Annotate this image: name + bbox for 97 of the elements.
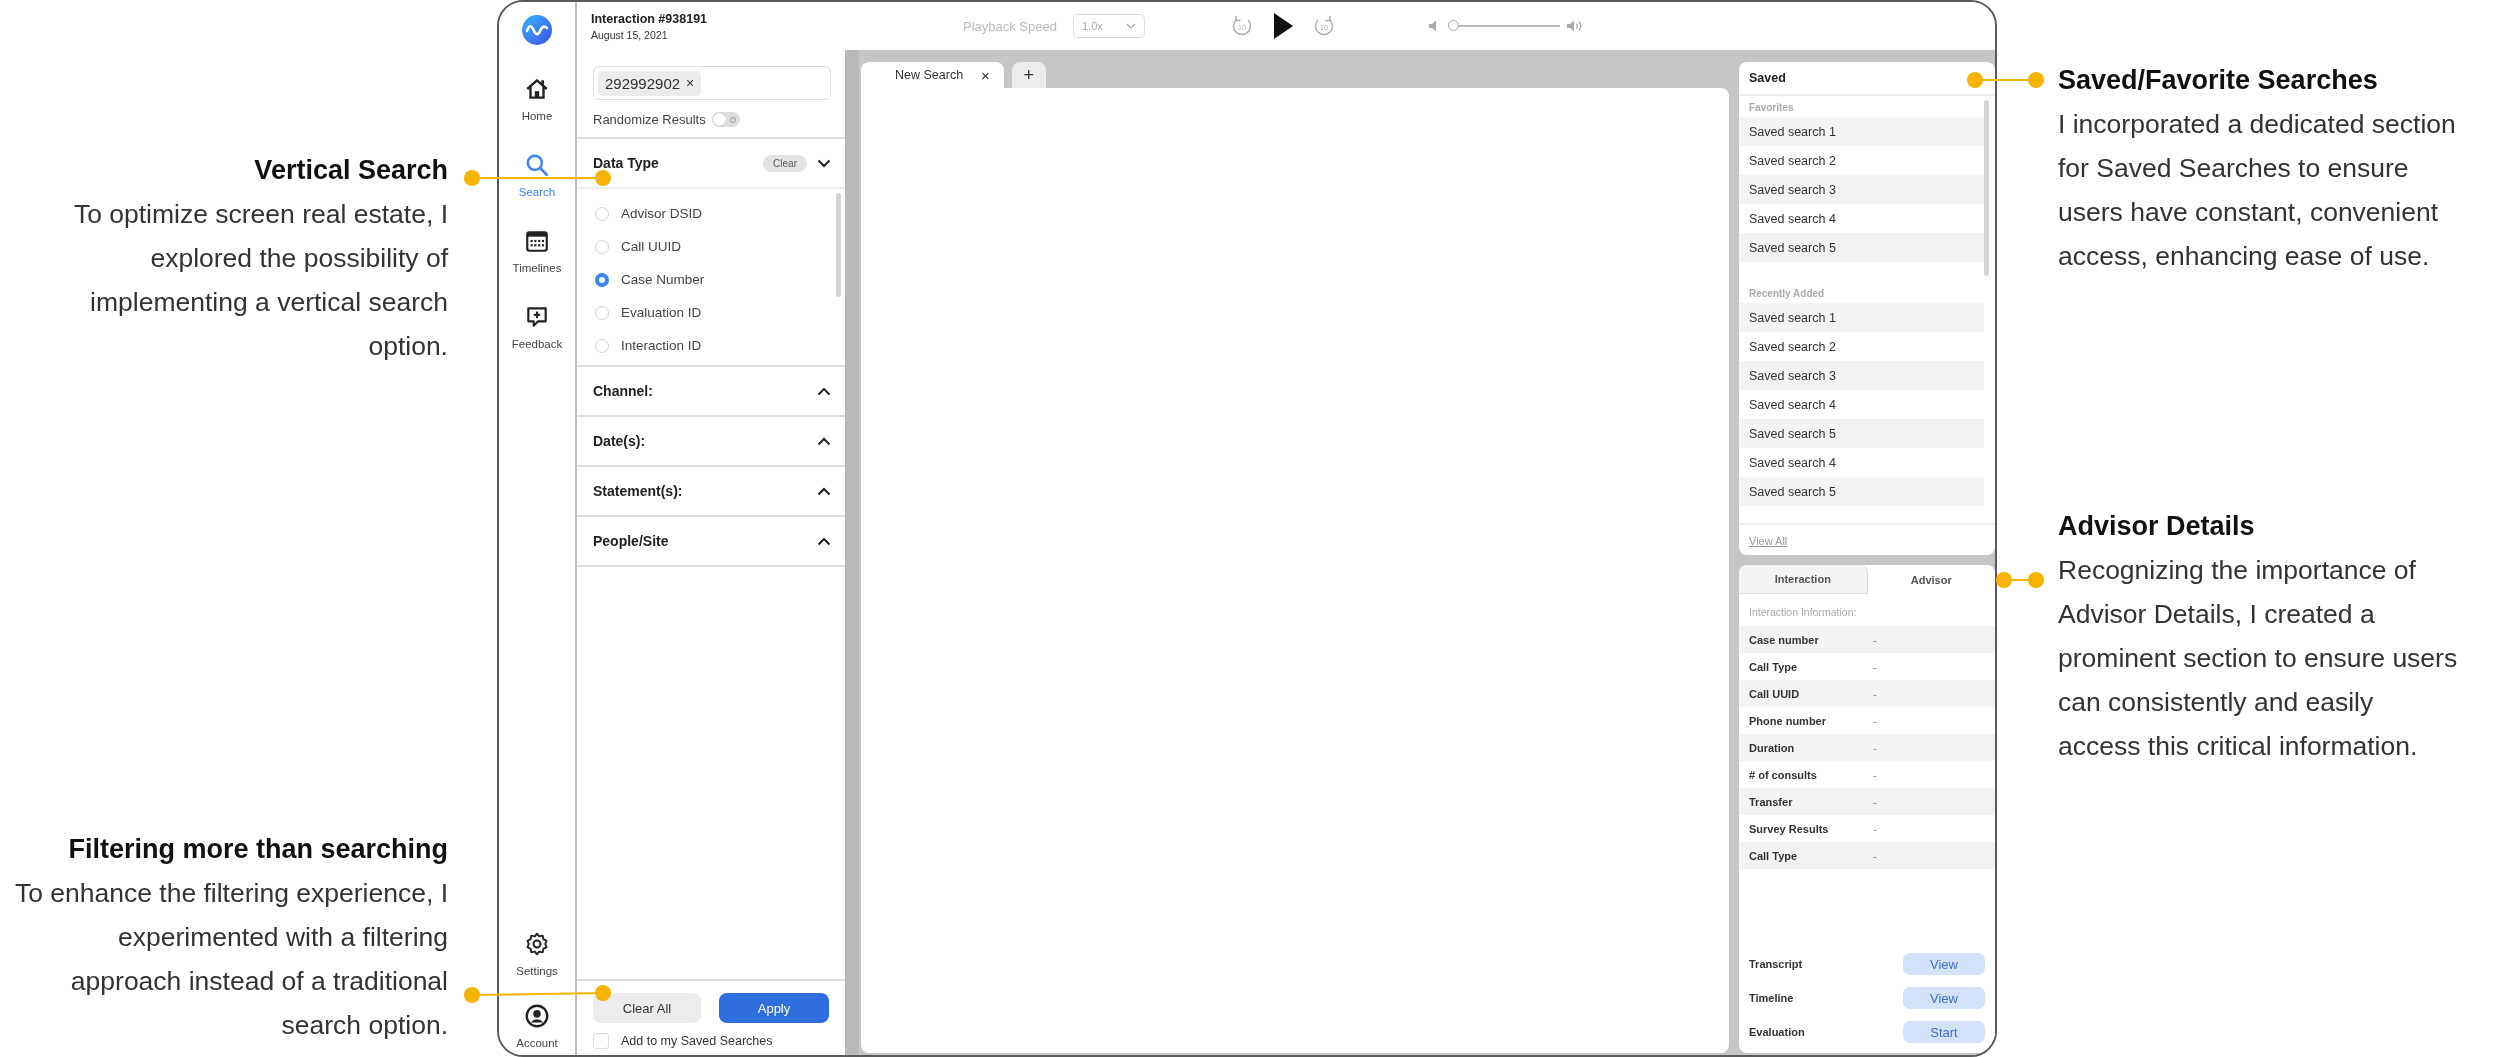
speaker-loud-icon (1565, 19, 1584, 33)
toggle-label: Randomize Results (593, 112, 706, 127)
option-label: Call UUID (621, 239, 681, 254)
saved-search-item[interactable]: Saved search 5 (1739, 477, 1984, 506)
action-label: Timeline (1749, 992, 1794, 1004)
calendar-icon (524, 228, 550, 254)
option-label: Interaction ID (621, 338, 702, 353)
user-icon (524, 1003, 550, 1029)
radio-button[interactable] (595, 272, 609, 287)
interaction-date: August 15, 2021 (591, 28, 669, 41)
field-label: Call UUID (1749, 687, 1801, 700)
chat-plus-icon (524, 304, 550, 330)
field-value: - (1873, 741, 1877, 754)
annotation-title: Advisor Details (2058, 510, 2256, 543)
saved-search-item[interactable]: Saved search 1 (1739, 303, 1984, 332)
add-tab-button[interactable]: + (1011, 62, 1046, 88)
field-value: - (1873, 633, 1877, 646)
search-tag: 292992902 × (598, 70, 702, 96)
annotation-text: To enhance the filtering experience, I experimented with a filtering approach instead of a traditional search option. (13, 877, 448, 1042)
interaction-title: Interaction #938191 (591, 11, 709, 26)
group-heading: Favorites (1748, 101, 1795, 115)
field-value: - (1873, 768, 1877, 781)
chevron-down-icon[interactable] (817, 158, 831, 168)
field-label: Survey Results (1749, 822, 1830, 835)
clear-button[interactable]: Clear (763, 154, 807, 172)
section-title: Channel: (593, 383, 654, 399)
checkbox-label: Add to my Saved Searches (621, 1034, 773, 1048)
randomize-toggle[interactable] (711, 112, 740, 127)
annotation-title: Filtering more than searching (68, 833, 448, 866)
search-field[interactable]: 292992902 × (593, 66, 831, 100)
chevron-up-icon[interactable] (817, 386, 831, 396)
playback-label: Playback Speed (963, 18, 1057, 34)
close-icon[interactable]: × (981, 66, 990, 84)
chevron-up-icon[interactable] (817, 536, 831, 546)
scrollbar[interactable] (1984, 100, 1989, 276)
field-label: Case number (1749, 633, 1820, 646)
nav-item[interactable]: Account (502, 1003, 572, 1049)
leader-line (1995, 571, 2045, 589)
annotation-text: I incorporated a dedicated section for Saved Searches to ensure users have constant, convenient access, enhancing ease of use. (2058, 108, 2457, 273)
saved-search-item[interactable]: Saved search 3 (1739, 175, 1984, 204)
section-title: People/Site (593, 533, 670, 549)
radio-option[interactable]: Advisor DSID (595, 197, 836, 230)
field-label: Duration (1749, 741, 1796, 754)
checkbox[interactable] (593, 1033, 609, 1049)
search-tab[interactable]: New Search × (861, 62, 1004, 88)
saved-search-item[interactable]: Saved search 5 (1739, 419, 1984, 448)
field-value: - (1873, 687, 1877, 700)
chevron-up-icon[interactable] (817, 486, 831, 496)
field-value: - (1873, 795, 1877, 808)
action-label: Transcript (1749, 958, 1803, 970)
field-label: Phone number (1749, 714, 1827, 727)
settings-icon (524, 931, 550, 957)
scrollbar[interactable] (836, 193, 841, 297)
radio-option[interactable]: Evaluation ID (595, 296, 836, 329)
field-value: - (1873, 660, 1877, 673)
field-value: - (1873, 714, 1877, 727)
annotation-text: To optimize screen real estate, I explored the possibility of implementing a vertical search option. (72, 198, 448, 363)
nav-item[interactable]: Search (502, 152, 572, 198)
radio-option[interactable]: Interaction ID (595, 329, 836, 362)
field-label: # of consults (1749, 768, 1818, 781)
nav-item[interactable]: Settings (502, 931, 572, 977)
field-label: Call Type (1749, 849, 1799, 862)
nav-item[interactable]: Feedback (502, 304, 572, 350)
action-label: Evaluation (1749, 1026, 1805, 1038)
logo-icon (521, 14, 553, 46)
play-icon[interactable] (1271, 12, 1294, 40)
group-heading: Recently Added (1748, 287, 1826, 301)
saved-search-item[interactable]: Saved search 1 (1739, 117, 1984, 146)
chevron-down-icon (1125, 23, 1136, 29)
apply-button[interactable]: Apply (719, 993, 829, 1023)
option-label: Evaluation ID (621, 305, 702, 320)
option-label: Advisor DSID (621, 206, 703, 221)
radio-option[interactable]: Case Number (595, 263, 836, 296)
details-tab[interactable]: Interaction (1739, 565, 1868, 594)
field-label: Transfer (1749, 795, 1794, 808)
nav-item[interactable]: Home (502, 76, 572, 122)
section-title: Date(s): (593, 433, 647, 449)
saved-search-item[interactable]: Saved search 5 (1739, 233, 1984, 262)
field-value: - (1873, 822, 1877, 835)
section-title: Data Type (593, 155, 660, 171)
annotation-title: Vertical Search (254, 154, 448, 187)
radio-option[interactable]: Call UUID (595, 230, 836, 263)
saved-search-item[interactable]: Saved search 3 (1739, 361, 1984, 390)
remove-tag-button[interactable]: × (686, 75, 695, 91)
home-icon (524, 76, 550, 102)
chevron-up-icon[interactable] (817, 436, 831, 446)
search-icon (524, 152, 550, 178)
annotation-title: Saved/Favorite Searches (2058, 64, 2379, 97)
nav-item[interactable]: Timelines (502, 228, 572, 274)
volume-slider[interactable] (1447, 20, 1560, 32)
field-value: - (1873, 849, 1877, 862)
field-label: Call Type (1749, 660, 1799, 673)
section-heading: Interaction Information: (1748, 605, 1858, 620)
option-label: Case Number (621, 272, 705, 287)
clear-all-button[interactable]: Clear All (593, 993, 701, 1023)
section-title: Statement(s): (593, 483, 684, 499)
annotation-text: Recognizing the importance of Advisor Details, I created a prominent section to ensure users can consistently and easily access this critical information. (2058, 554, 2459, 763)
